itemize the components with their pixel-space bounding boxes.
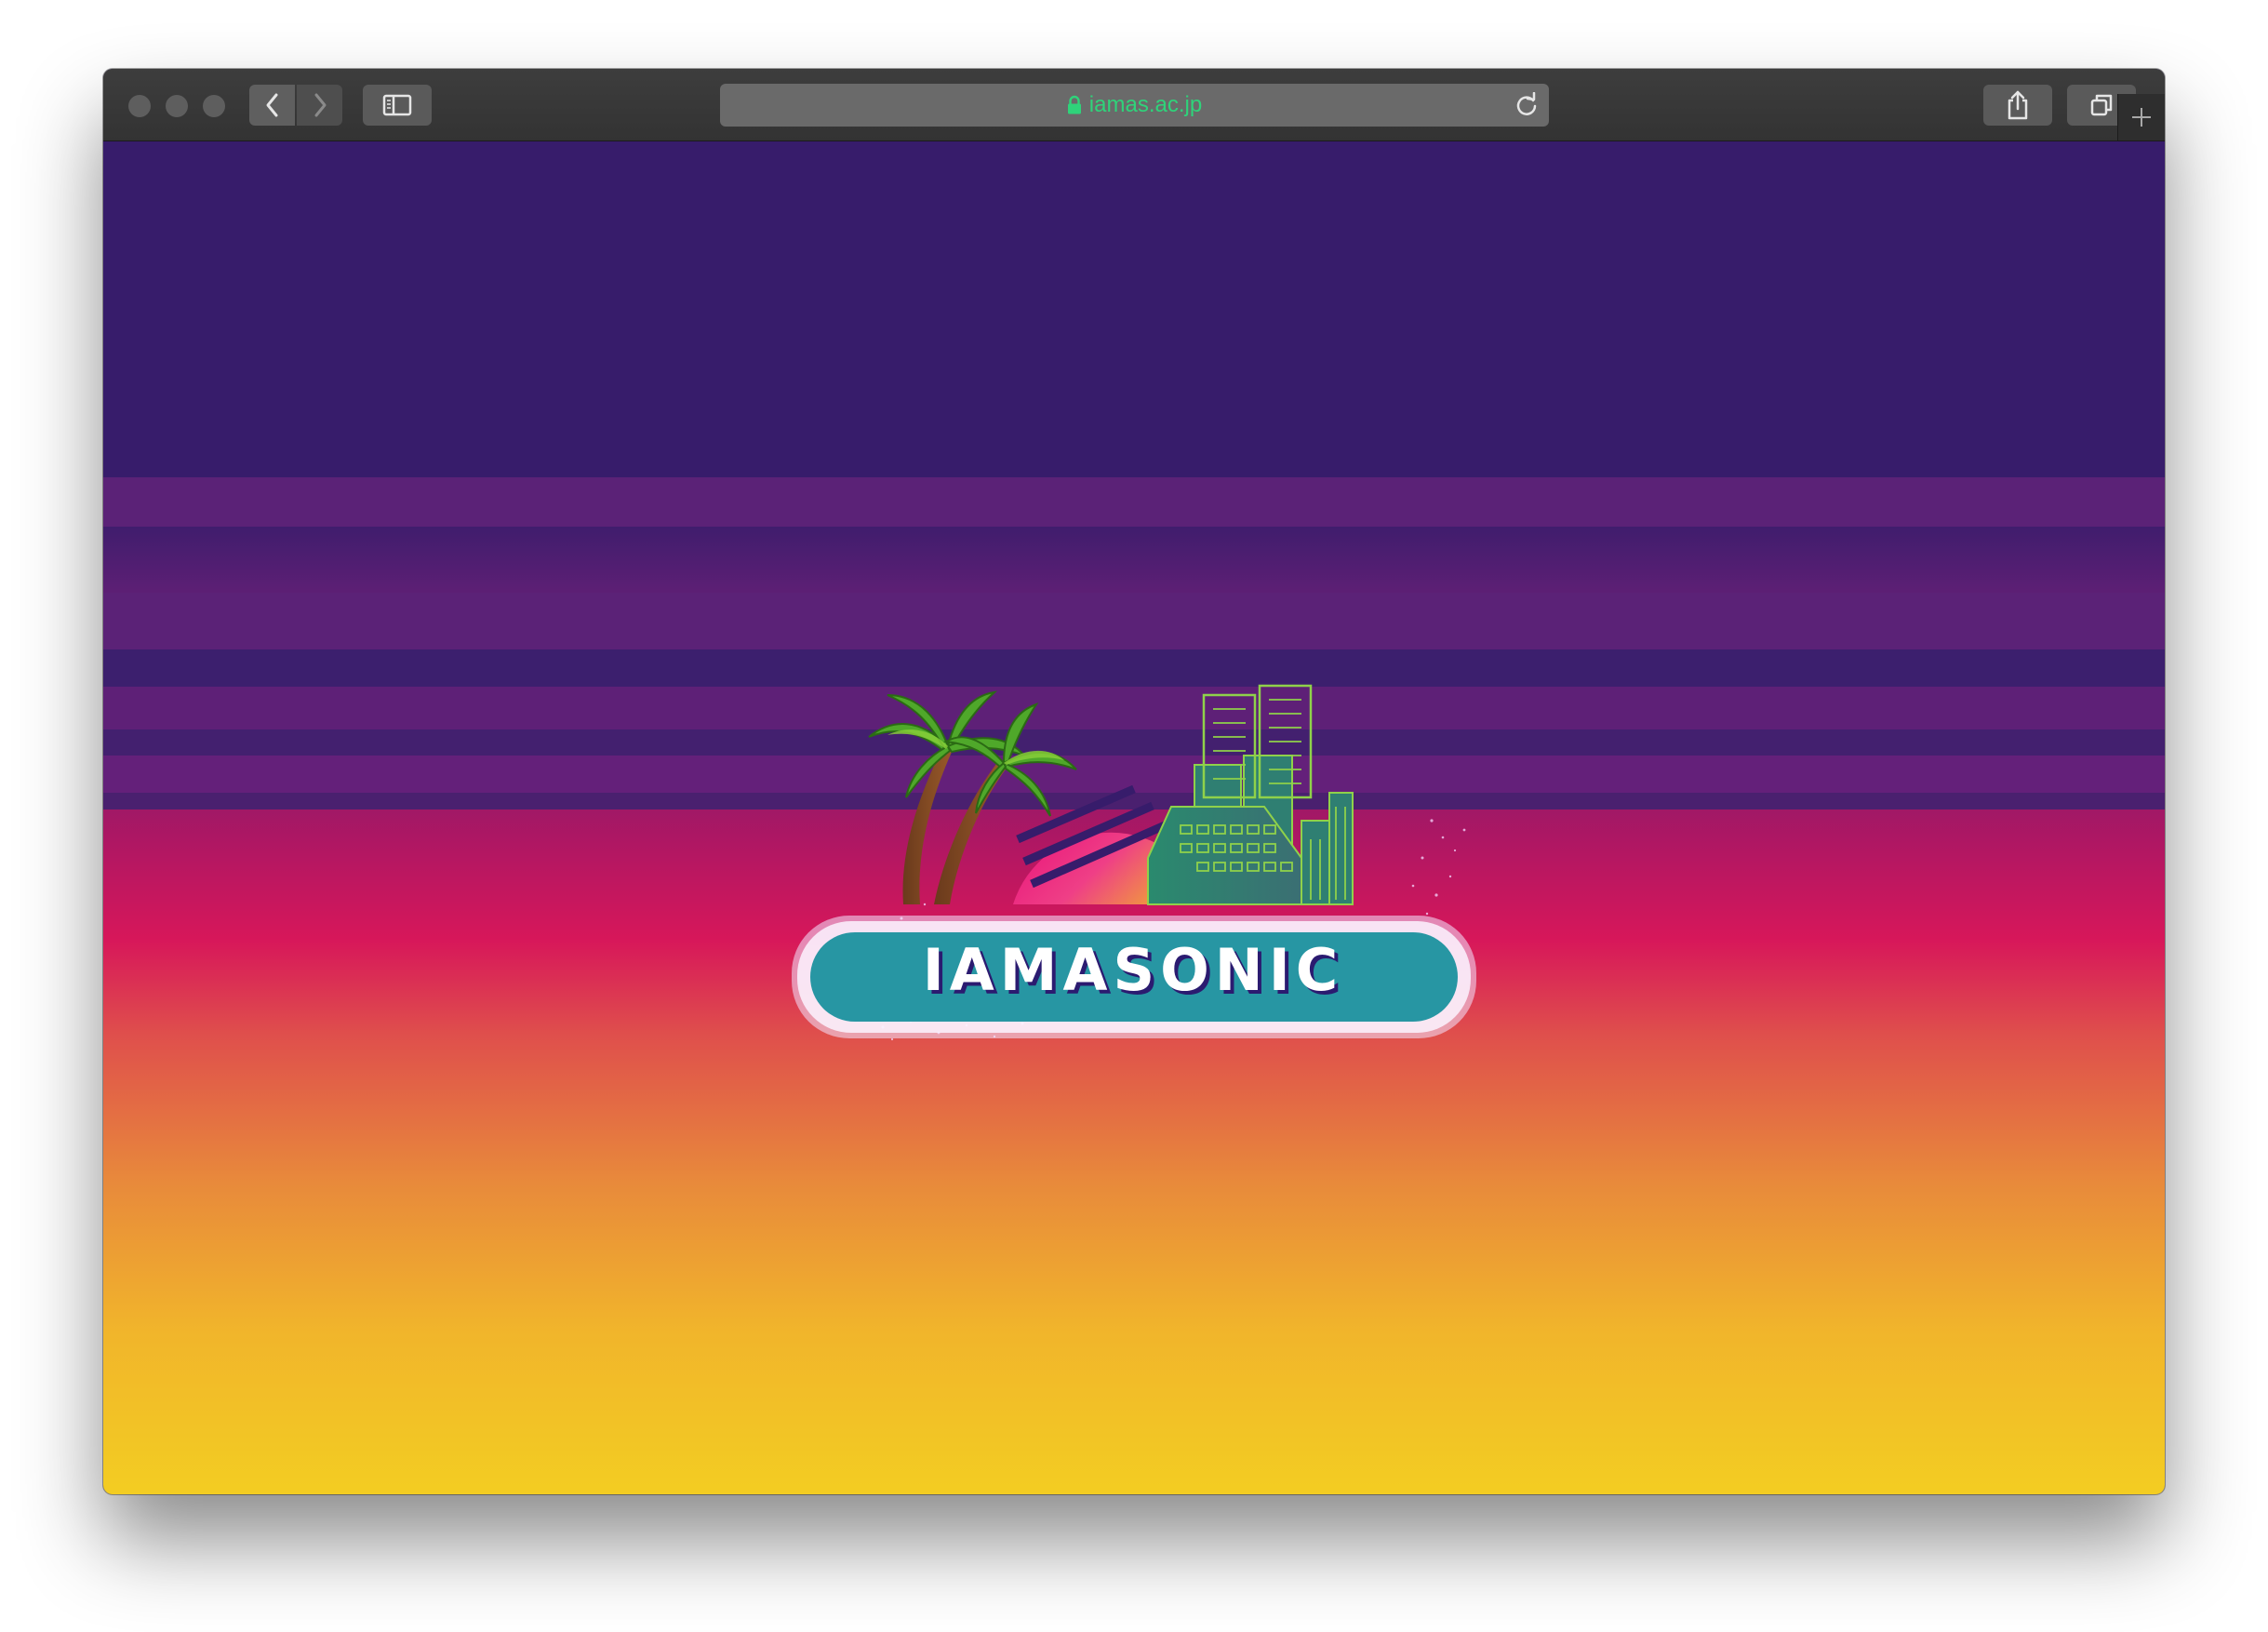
chevron-left-icon — [266, 93, 277, 117]
share-button[interactable] — [1983, 85, 2052, 126]
browser-window: iamas.ac.jp IAMASONIC IAMASONIC — [103, 69, 2165, 1494]
plus-icon — [2132, 108, 2151, 127]
reload-icon — [1516, 91, 1537, 115]
sidebar-toggle-button[interactable] — [363, 85, 432, 126]
new-tab-button[interactable] — [2117, 94, 2165, 140]
hero-section: IAMASONIC IAMASONIC — [103, 141, 2165, 1494]
browser-toolbar: iamas.ac.jp — [103, 69, 2165, 141]
address-bar[interactable]: iamas.ac.jp — [720, 84, 1549, 127]
reload-button[interactable] — [1514, 91, 1540, 123]
sidebar-icon — [382, 94, 412, 116]
lock-icon — [1067, 95, 1082, 115]
chevron-right-icon — [314, 93, 326, 117]
back-button[interactable] — [249, 85, 295, 126]
minimize-window-button[interactable] — [166, 95, 188, 117]
close-window-button[interactable] — [128, 95, 151, 117]
url-text: iamas.ac.jp — [1088, 92, 1203, 117]
zoom-window-button[interactable] — [203, 95, 225, 117]
city-buildings — [1147, 684, 1354, 905]
logo-text: IAMASONIC — [923, 936, 1344, 1004]
share-icon — [2008, 90, 2028, 120]
tabs-overview-icon — [2090, 94, 2113, 116]
iamasonic-logo[interactable]: IAMASONIC IAMASONIC — [780, 607, 1488, 1044]
forward-button[interactable] — [297, 85, 342, 126]
horizon-stripe — [103, 477, 2165, 527]
